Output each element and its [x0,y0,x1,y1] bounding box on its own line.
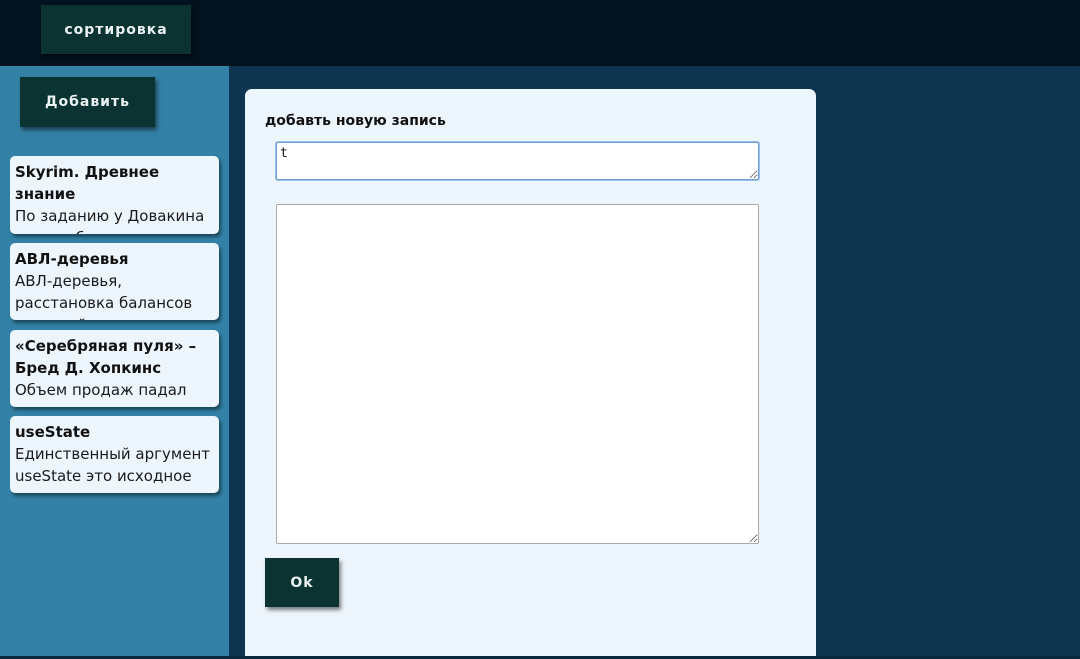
note-title: useState [15,423,91,441]
sidebar: Добавить Skyrim. Древнее знание По задан… [0,66,229,659]
new-note-panel: добавть новую запись t Ok [245,89,816,659]
sort-button[interactable]: сортировка [41,5,191,54]
ok-button[interactable]: Ok [265,558,339,607]
note-preview: Единственный аргумент useState это исход… [15,445,210,485]
note-card[interactable]: АВЛ-деревья АВЛ-деревья, расстановка бал… [10,243,219,320]
note-title: Skyrim. Древнее знание [15,163,160,203]
top-bar: сортировка [0,0,1080,66]
note-preview: По заданию у Довакина есть выбор — обрат… [15,207,205,234]
note-card[interactable]: «Серебряная пуля» – Бред Д. Хопкинс Объе… [10,330,219,407]
note-preview: АВЛ-деревья, расстановка балансов при дв… [15,272,193,320]
add-button[interactable]: Добавить [20,77,155,127]
body-input[interactable] [276,204,759,544]
note-title: АВЛ-деревья [15,250,129,268]
note-card[interactable]: useState Единственный аргумент useState … [10,416,219,493]
note-card[interactable]: Skyrim. Древнее знание По заданию у Дова… [10,156,219,234]
panel-heading: добавть новую запись [265,113,446,129]
title-input[interactable]: t [276,142,759,180]
note-preview: Объем продаж падал вот [15,381,187,407]
note-title: «Серебряная пуля» – Бред Д. Хопкинс [15,337,197,377]
